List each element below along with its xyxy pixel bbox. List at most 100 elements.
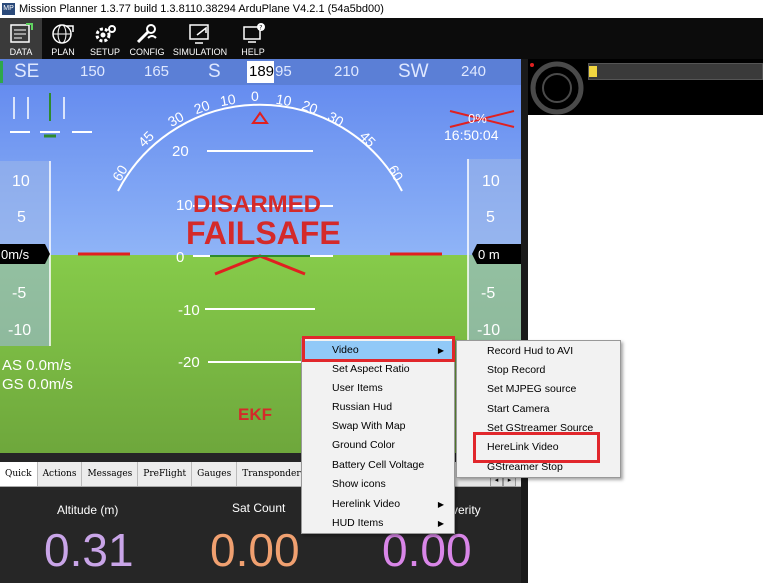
submenu-item-start-camera[interactable]: Start Camera — [457, 400, 620, 419]
toolbar-config-button[interactable]: CONFIG — [126, 18, 168, 59]
title-bar: MP Mission Planner 1.3.77 build 1.3.8110… — [0, 0, 763, 18]
menu-item-ground-color[interactable]: Ground Color — [302, 436, 454, 455]
alt-tape-tick: -5 — [481, 285, 496, 302]
ekf-indicator[interactable]: EKF — [238, 405, 272, 425]
heading-label-240: 240 — [461, 63, 487, 80]
toolbar-data-button[interactable]: DATA — [0, 18, 42, 59]
menu-item-hud-items[interactable]: HUD Items ▶ — [302, 514, 454, 533]
app-icon: MP — [2, 3, 15, 15]
speed-tape-tick: -5 — [12, 285, 27, 302]
alt-tape-tick: 10 — [482, 173, 500, 190]
menu-item-battery-cell-voltage[interactable]: Battery Cell Voltage — [302, 456, 454, 475]
menu-item-label: Set Aspect Ratio — [332, 363, 410, 375]
battery-percent: 0% — [468, 111, 487, 126]
menu-item-label: Ground Color — [332, 439, 396, 451]
toolbar-help-label: HELP — [241, 47, 265, 57]
toolbar-simulation-button[interactable]: SIMULATION — [168, 18, 232, 59]
toolbar-simulation-label: SIMULATION — [172, 47, 228, 57]
speed-tape-tick: -10 — [8, 322, 32, 339]
window-title: Mission Planner 1.3.77 build 1.3.8110.38… — [19, 3, 384, 15]
airspeed-readout: AS 0.0m/s — [2, 357, 72, 374]
alt-value: 0 m — [478, 247, 500, 262]
menu-item-label: HUD Items — [332, 517, 384, 529]
progress-strip — [588, 63, 763, 80]
menu-item-label: Swap With Map — [332, 420, 406, 432]
pitch-label: -20 — [178, 354, 200, 371]
data-icon — [10, 23, 33, 43]
quick-label-severity: verity — [452, 503, 481, 517]
quick-value-altitude[interactable]: 0.31 — [44, 523, 134, 577]
main-toolbar: DATA PLAN SETUP CONFIG SIMULATION ? HELP — [0, 18, 763, 59]
highlight-box-herelink-video — [473, 432, 600, 463]
submenu-arrow-icon: ▶ — [437, 519, 444, 528]
tab-messages[interactable]: Messages — [82, 462, 139, 486]
toolbar-help-button[interactable]: ? HELP — [232, 18, 274, 59]
roll-label: 0 — [251, 88, 259, 104]
heading-label-210: 210 — [334, 63, 360, 80]
tab-transponder[interactable]: Transponder — [237, 462, 307, 486]
pitch-label: -10 — [178, 302, 200, 319]
submenu-item-label: Set MJPEG source — [487, 383, 577, 395]
pitch-label: 10 — [176, 197, 193, 214]
heading-label-s: S — [208, 61, 221, 82]
wrench-icon — [136, 24, 157, 44]
groundspeed-readout: GS 0.0m/s — [2, 376, 73, 393]
menu-item-label: Show icons — [332, 478, 386, 490]
submenu-item-stop-record[interactable]: Stop Record — [457, 361, 620, 380]
tab-gauges[interactable]: Gauges — [192, 462, 238, 486]
tab-actions[interactable]: Actions — [37, 462, 83, 486]
heading-label-165: 165 — [144, 63, 170, 80]
toolbar-plan-label: PLAN — [51, 47, 75, 57]
status-failsafe: FAILSAFE — [186, 215, 341, 251]
monitor-icon — [189, 24, 209, 44]
panel-divider[interactable] — [521, 59, 528, 583]
submenu-item-label: Record Hud to AVI — [487, 345, 574, 357]
tab-preflight[interactable]: PreFlight — [138, 462, 193, 486]
speed-tape-tick: 10 — [12, 173, 30, 190]
menu-item-label: Battery Cell Voltage — [332, 459, 425, 471]
roll-label: 10 — [274, 90, 293, 110]
quick-label-sat-count: Sat Count — [232, 501, 286, 515]
hud-context-menu: Video ▶ Set Aspect Ratio User Items Russi… — [301, 338, 455, 534]
submenu-item-label: Stop Record — [487, 364, 546, 376]
speed-value: 0m/s — [1, 247, 30, 262]
heading-label-150: 150 — [80, 63, 106, 80]
quick-label-altitude: Altitude (m) — [57, 503, 119, 517]
roll-label: 10 — [218, 90, 237, 110]
toolbar-setup-label: SETUP — [89, 47, 120, 57]
quick-value-sat-count[interactable]: 0.00 — [210, 523, 300, 577]
submenu-item-record-hud-to-avi[interactable]: Record Hud to AVI — [457, 342, 620, 361]
map-panel[interactable] — [521, 59, 763, 583]
heading-current: 189 — [249, 63, 275, 80]
alt-tape-tick: -10 — [477, 322, 501, 339]
globe-icon — [52, 24, 74, 44]
menu-item-set-aspect-ratio[interactable]: Set Aspect Ratio — [302, 360, 454, 379]
toolbar-config-label: CONFIG — [129, 47, 165, 57]
heading-label-se: SE — [14, 61, 40, 82]
help-icon: ? — [243, 23, 265, 43]
menu-item-label: Herelink Video — [332, 498, 401, 510]
toolbar-data-label: DATA — [9, 47, 33, 57]
menu-item-swap-with-map[interactable]: Swap With Map — [302, 417, 454, 436]
clock-time: 16:50:04 — [444, 127, 499, 143]
menu-item-russian-hud[interactable]: Russian Hud — [302, 398, 454, 417]
submenu-item-label: Start Camera — [487, 403, 550, 415]
menu-item-label: User Items — [332, 382, 383, 394]
submenu-item-set-mjpeg-source[interactable]: Set MJPEG source — [457, 380, 620, 399]
menu-item-herelink-video[interactable]: Herelink Video ▶ — [302, 495, 454, 514]
heading-label-sw: SW — [398, 61, 429, 82]
highlight-box-video — [302, 336, 455, 362]
heading-label-195: 95 — [275, 63, 292, 80]
menu-item-user-items[interactable]: User Items — [302, 379, 454, 398]
submenu-arrow-icon: ▶ — [437, 500, 444, 509]
pitch-label: 0 — [176, 249, 185, 266]
toolbar-setup-button[interactable]: SETUP — [84, 18, 126, 59]
speed-tape-tick: 5 — [17, 209, 26, 226]
toolbar-plan-button[interactable]: PLAN — [42, 18, 84, 59]
tab-quick[interactable]: Quick — [0, 462, 38, 486]
menu-item-show-icons[interactable]: Show icons — [302, 475, 454, 494]
svg-text:?: ? — [259, 25, 262, 32]
joystick-icon — [530, 61, 584, 115]
progress-strip-fill — [589, 66, 597, 77]
gear-icon — [95, 25, 116, 43]
